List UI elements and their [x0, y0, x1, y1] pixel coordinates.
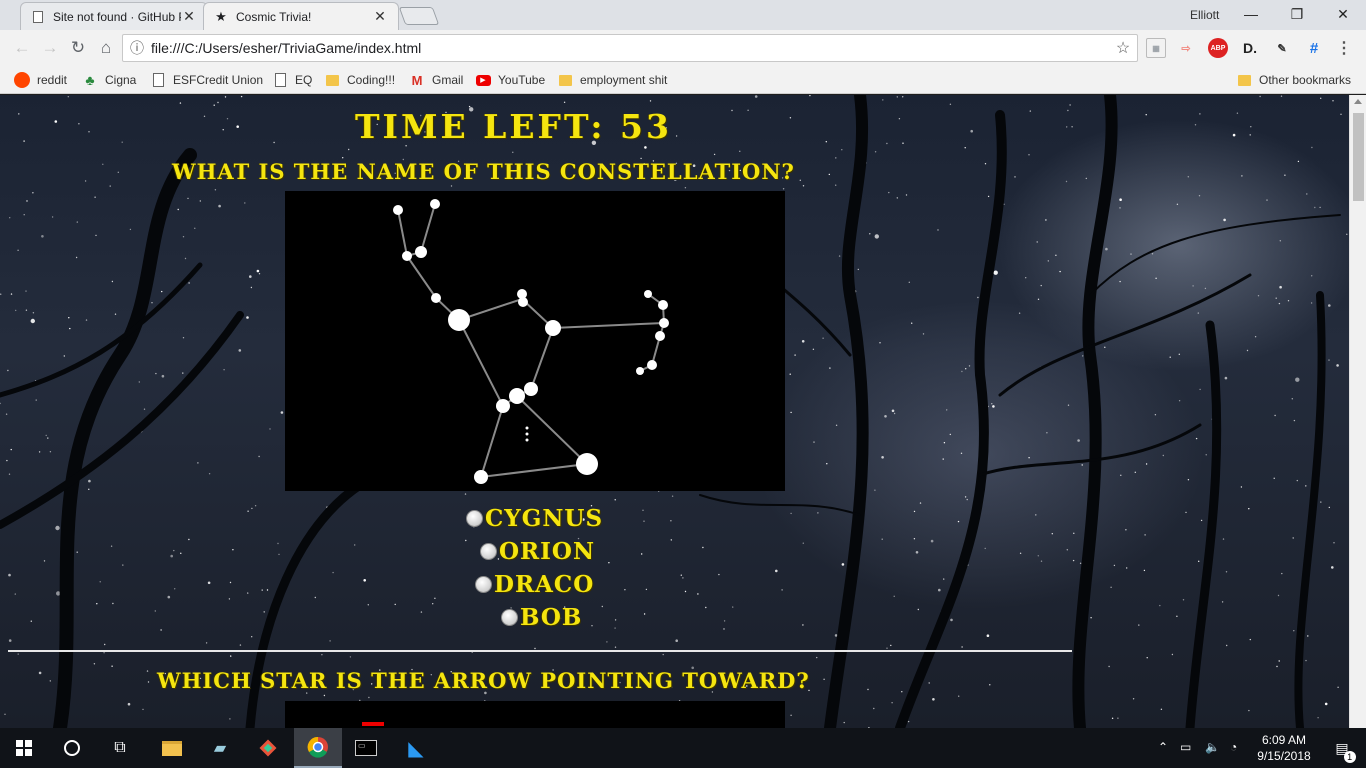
bookmark-eq[interactable]: EQ [272, 71, 312, 89]
file-explorer-icon[interactable] [148, 728, 196, 768]
tab-title: Site not found · GitHub P [53, 9, 181, 24]
page-icon [272, 72, 288, 88]
git-icon[interactable] [244, 728, 292, 768]
terminal-icon[interactable]: ▭ [342, 728, 390, 768]
star-icon: ★ [215, 8, 227, 24]
adblock-icon[interactable]: ABP [1208, 38, 1228, 58]
folder-icon [1236, 72, 1252, 88]
windows-start-icon[interactable] [0, 728, 48, 768]
profile-name[interactable]: Elliott [1190, 8, 1219, 22]
notification-count: 1 [1343, 750, 1356, 763]
answer-option-orion[interactable]: Orion [480, 538, 595, 565]
forward-arrow-icon[interactable]: → [38, 36, 62, 60]
new-tab-button[interactable] [398, 7, 440, 25]
tab-title: Cosmic Trivia! [236, 9, 312, 24]
task-view-icon[interactable]: ⧉ [96, 728, 144, 768]
grid-icon[interactable]: # [1304, 38, 1324, 58]
bookmark-folder-coding[interactable]: Coding!!! [324, 71, 395, 89]
gmail-icon: M [411, 72, 423, 88]
youtube-icon: ▶ [475, 72, 491, 88]
answer-option-bob[interactable]: Bob [501, 604, 582, 631]
answer-label[interactable]: Bob [520, 604, 582, 631]
bookmark-star-icon[interactable]: ☆ [1109, 38, 1137, 58]
chrome-icon[interactable] [294, 728, 342, 768]
radio-button[interactable] [501, 609, 518, 626]
action-center-icon[interactable]: ▤ 1 [1318, 728, 1366, 768]
minimize-icon[interactable]: — [1228, 0, 1274, 28]
address-bar[interactable]: ⓘ file:///C:/Users/esher/TriviaGame/inde… [122, 34, 1138, 62]
battery-icon[interactable]: ▭ [1180, 740, 1191, 754]
bookmark-youtube[interactable]: ▶ YouTube [475, 71, 545, 89]
close-icon[interactable]: ✕ [372, 8, 388, 25]
back-arrow-icon[interactable]: ← [10, 36, 34, 60]
dashlane-icon[interactable]: D. [1240, 38, 1260, 58]
tab-strip: Site not found · GitHub P ✕ ★ Cosmic Tri… [0, 0, 1366, 30]
tab-cosmic-trivia[interactable]: ★ Cosmic Trivia! ✕ [203, 2, 399, 30]
bookmarks-bar: reddit ♣ Cigna ESFCredit Union EQ Coding… [0, 66, 1366, 94]
page-icon [150, 72, 166, 88]
cigna-icon: ♣ [85, 72, 95, 88]
extension-icon[interactable]: ▦ [1146, 38, 1166, 58]
volume-icon[interactable]: 🔈 [1205, 740, 1220, 754]
answer-label[interactable]: Orion [499, 538, 595, 565]
address-text[interactable]: file:///C:/Users/esher/TriviaGame/index.… [151, 40, 1109, 56]
radio-button[interactable] [466, 510, 483, 527]
page-scrollbar[interactable] [1349, 95, 1366, 728]
answer-label[interactable]: Cygnus [485, 505, 603, 532]
answer-option-cygnus[interactable]: Cygnus [466, 505, 603, 532]
radio-button[interactable] [480, 543, 497, 560]
vscode-icon[interactable]: ◣ [392, 728, 440, 768]
answer-label[interactable]: Draco [494, 571, 594, 598]
windows-taskbar: ⧉ ▰ ▭ ◣ ⌃ ▭ 🔈 ◔ 6:09 AM 9/15/2018 ▤ 1 [0, 728, 1366, 768]
question-1-text: What is the name of this constellation? [172, 159, 795, 184]
app-icon[interactable]: ▰ [196, 728, 244, 768]
bookmark-cigna[interactable]: ♣ Cigna [82, 71, 136, 89]
browser-toolbar: ← → ↻ ⌂ ⓘ file:///C:/Users/esher/TriviaG… [0, 30, 1366, 66]
clock-time: 6:09 AM [1261, 733, 1307, 747]
folder-icon [324, 72, 340, 88]
tab-site-not-found[interactable]: Site not found · GitHub P ✕ [20, 2, 208, 30]
red-arrow-icon [362, 722, 384, 726]
extension-arrow-icon[interactable]: ⇨ [1176, 38, 1196, 58]
constellation-image [285, 191, 785, 491]
maximize-icon[interactable]: ❐ [1274, 0, 1320, 28]
show-hidden-icons-icon[interactable]: ⌃ [1158, 740, 1168, 754]
info-icon[interactable]: ⓘ [123, 38, 151, 58]
answer-option-draco[interactable]: Draco [475, 571, 594, 598]
cortana-icon[interactable] [48, 728, 96, 768]
bookmark-folder-employment[interactable]: employment shit [557, 71, 667, 89]
clock-date: 9/15/2018 [1257, 749, 1311, 763]
arrow-star-image [285, 701, 785, 728]
home-icon[interactable]: ⌂ [94, 36, 118, 60]
menu-icon[interactable]: ⋮ [1334, 38, 1354, 58]
scroll-up-icon[interactable] [1354, 99, 1362, 104]
eyedropper-icon[interactable]: ✎ [1272, 38, 1292, 58]
scrollbar-thumb[interactable] [1353, 113, 1364, 201]
other-bookmarks[interactable]: Other bookmarks [1236, 71, 1351, 89]
radio-button[interactable] [475, 576, 492, 593]
orion-constellation-icon [393, 199, 669, 484]
bookmark-gmail[interactable]: M Gmail [409, 71, 464, 89]
bookmark-reddit[interactable]: reddit [14, 71, 67, 89]
close-icon[interactable]: ✕ [181, 8, 197, 25]
network-icon[interactable]: ◔ [1230, 740, 1237, 754]
page-viewport: Time Left: 53 What is the name of this c… [0, 95, 1366, 728]
page-icon [31, 10, 45, 24]
reddit-icon [14, 72, 30, 88]
reload-icon[interactable]: ↻ [66, 36, 90, 60]
question-2-text: Which star is the arrow pointing toward? [157, 668, 810, 693]
question-divider [8, 650, 1072, 652]
folder-icon [557, 72, 573, 88]
timer: Time Left: 53 [355, 107, 672, 146]
close-window-icon[interactable]: ✕ [1320, 0, 1366, 28]
system-clock[interactable]: 6:09 AM 9/15/2018 [1252, 732, 1316, 764]
bookmark-esfcredit[interactable]: ESFCredit Union [150, 71, 263, 89]
